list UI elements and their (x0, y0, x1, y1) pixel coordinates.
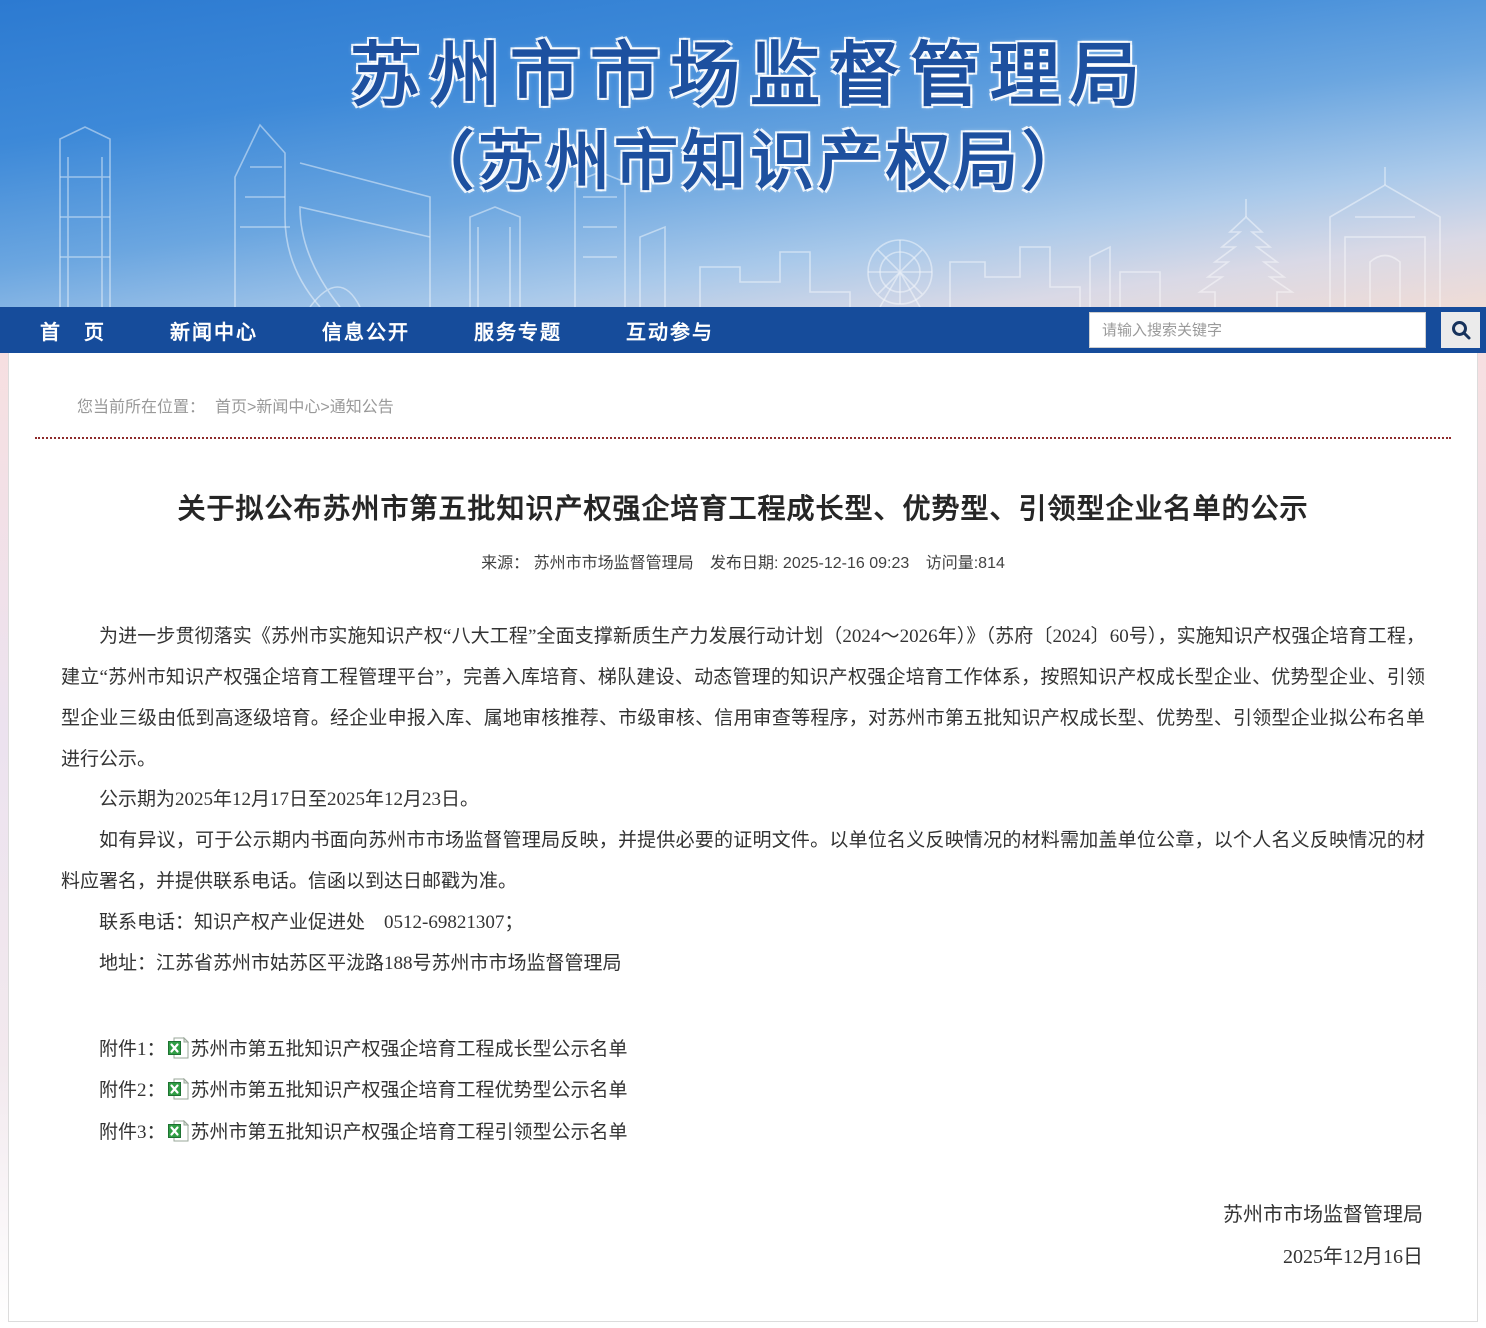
excel-file-icon (168, 1078, 189, 1100)
search-bar (1089, 312, 1480, 348)
site-title-line2: （苏州市知识产权局） (300, 125, 1200, 201)
attachment-link[interactable]: 苏州市第五批知识产权强企培育工程引领型公示名单 (191, 1122, 628, 1143)
paragraph: 为进一步贯彻落实《苏州市实施知识产权“八大工程”全面支撑新质生产力发展行动计划（… (61, 617, 1425, 780)
attachment-link[interactable]: 苏州市第五批知识产权强企培育工程优势型公示名单 (191, 1080, 628, 1101)
nav-item-home[interactable]: 首 页 (40, 316, 106, 345)
nav-item-info-disclosure[interactable]: 信息公开 (322, 316, 410, 345)
paragraph: 地址：江苏省苏州市姑苏区平泷路188号苏州市市场监督管理局 (61, 944, 1425, 985)
main-navbar: 首 页 新闻中心 信息公开 服务专题 互动参与 (0, 307, 1486, 353)
breadcrumb: 您当前所在位置： 首页>新闻中心>通知公告 (9, 353, 1477, 437)
paragraph: 公示期为2025年12月17日至2025年12月23日。 (61, 780, 1425, 821)
attachment-label: 附件2： (99, 1080, 166, 1101)
attachment-label: 附件3： (99, 1122, 166, 1143)
attachments-list: 附件1： 苏州市第五批知识产权强企培育工程成长型公示名单 附件2： 苏州市第五批… (61, 1029, 1425, 1154)
attachment-label: 附件1： (99, 1039, 166, 1060)
excel-file-icon (168, 1120, 189, 1142)
signature-date: 2025年12月16日 (61, 1236, 1423, 1278)
meta-visits: 访问量:814 (926, 555, 1005, 572)
nav-item-service-topics[interactable]: 服务专题 (474, 316, 562, 345)
search-icon (1450, 319, 1472, 341)
breadcrumb-path[interactable]: 首页>新闻中心>通知公告 (215, 399, 394, 416)
signature-block: 苏州市市场监督管理局 2025年12月16日 (61, 1194, 1425, 1278)
attachment-row: 附件3： 苏州市第五批知识产权强企培育工程引领型公示名单 (61, 1112, 1425, 1154)
site-title: 苏州市市场监督管理局 （苏州市知识产权局） (300, 34, 1200, 200)
excel-file-icon (168, 1037, 189, 1059)
meta-source: 来源： 苏州市市场监督管理局 (481, 555, 693, 572)
nav-item-news[interactable]: 新闻中心 (170, 316, 258, 345)
content-container: 您当前所在位置： 首页>新闻中心>通知公告 关于拟公布苏州市第五批知识产权强企培育… (8, 353, 1478, 1322)
breadcrumb-label: 您当前所在位置： (77, 399, 205, 416)
site-banner: 苏州市市场监督管理局 （苏州市知识产权局） (0, 0, 1486, 307)
breadcrumb-divider (35, 437, 1451, 439)
article: 关于拟公布苏州市第五批知识产权强企培育工程成长型、优势型、引领型企业名单的公示 … (9, 487, 1477, 1278)
search-button[interactable] (1441, 312, 1480, 348)
site-title-line1: 苏州市市场监督管理局 (300, 34, 1200, 117)
paragraph: 联系电话：知识产权产业促进处 0512-69821307； (61, 903, 1425, 944)
article-meta: 来源： 苏州市市场监督管理局 发布日期: 2025-12-16 09:23 访问… (61, 549, 1425, 573)
meta-publish-date: 发布日期: 2025-12-16 09:23 (710, 555, 909, 572)
nav-item-interaction[interactable]: 互动参与 (626, 316, 714, 345)
page-title: 关于拟公布苏州市第五批知识产权强企培育工程成长型、优势型、引领型企业名单的公示 (61, 487, 1425, 527)
attachment-row: 附件1： 苏州市第五批知识产权强企培育工程成长型公示名单 (61, 1029, 1425, 1071)
signature-org: 苏州市市场监督管理局 (61, 1194, 1423, 1236)
attachment-link[interactable]: 苏州市第五批知识产权强企培育工程成长型公示名单 (191, 1039, 628, 1060)
paragraph: 如有异议，可于公示期内书面向苏州市市场监督管理局反映，并提供必要的证明文件。以单… (61, 821, 1425, 903)
article-body: 为进一步贯彻落实《苏州市实施知识产权“八大工程”全面支撑新质生产力发展行动计划（… (61, 617, 1425, 985)
attachment-row: 附件2： 苏州市第五批知识产权强企培育工程优势型公示名单 (61, 1070, 1425, 1112)
search-input[interactable] (1089, 312, 1426, 348)
